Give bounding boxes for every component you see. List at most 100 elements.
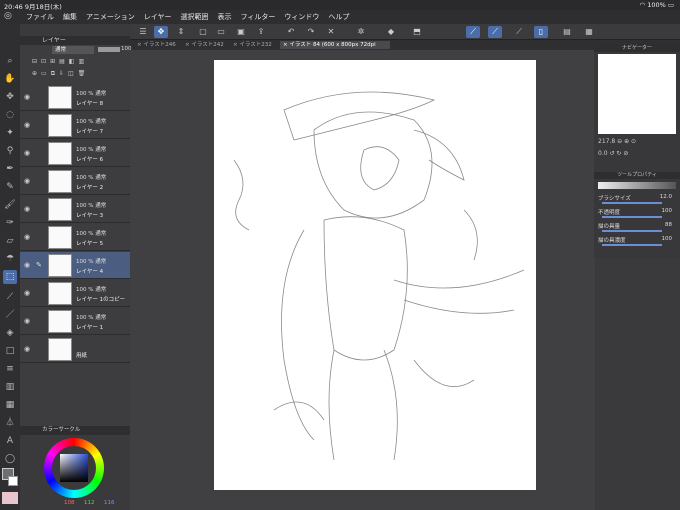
gradient-icon[interactable]: ▥ xyxy=(3,380,17,394)
fill-icon[interactable]: ⬒ xyxy=(410,26,424,38)
eye-icon[interactable]: ◉ xyxy=(24,177,30,185)
snap-icon[interactable]: ⟋ xyxy=(488,26,502,38)
eye-icon[interactable]: ◉ xyxy=(24,149,30,157)
zoom-out-icon[interactable]: ⊖ xyxy=(617,138,622,145)
blend-icon[interactable]: ☂ xyxy=(3,252,17,266)
eye-icon[interactable]: ◉ xyxy=(24,93,30,101)
eye-icon[interactable]: ◉ xyxy=(24,261,30,269)
ruler-icon[interactable]: ⟋ xyxy=(466,26,480,38)
reset-icon[interactable]: ⊘ xyxy=(623,150,628,157)
layer-item-selected[interactable]: ◉ ✎ 100 % 通常 レイヤー 4 xyxy=(20,252,130,279)
lasso-icon[interactable]: ◌ xyxy=(3,108,17,122)
prop-paint-density[interactable]: 描の具濃度 100 xyxy=(598,236,678,246)
layer-item[interactable]: ◉ 100 % 通常 レイヤー 3 xyxy=(20,196,130,223)
ruler-tool-icon[interactable]: ⏃ xyxy=(3,416,17,430)
eye-icon[interactable]: ◉ xyxy=(24,289,30,297)
transparent-swatch[interactable] xyxy=(2,492,18,504)
airbrush-icon[interactable]: ✑ xyxy=(3,216,17,230)
menu-layer[interactable]: レイヤー xyxy=(144,12,172,22)
tool-icon[interactable]: ✥ xyxy=(154,26,168,38)
rotate-left-icon[interactable]: ↺ xyxy=(609,150,614,157)
redo-icon[interactable]: ↷ xyxy=(304,26,318,38)
tab-illust-232[interactable]: × イラスト232 xyxy=(230,41,276,49)
open-icon[interactable]: ▭ xyxy=(214,26,228,38)
tab-illust-242[interactable]: × イラスト242 xyxy=(182,41,228,49)
zoom-value[interactable]: 217.8 xyxy=(598,138,615,145)
text-icon[interactable]: A xyxy=(3,434,17,448)
guide-icon[interactable]: ⟋ xyxy=(512,26,526,38)
ref-icon[interactable]: ⊞ xyxy=(50,58,55,66)
layer-item-paper[interactable]: ◉ 用紙 xyxy=(20,336,130,363)
frame-icon[interactable]: ▦ xyxy=(3,398,17,412)
clip-icon[interactable]: ⊡ xyxy=(41,58,46,66)
sub-color-swatch[interactable] xyxy=(8,476,18,486)
grid-icon[interactable]: ▦ xyxy=(582,26,596,38)
drawing-canvas[interactable] xyxy=(214,60,536,490)
fit-icon[interactable]: ⊙ xyxy=(631,138,636,145)
clear-icon[interactable]: ✕ xyxy=(324,26,338,38)
undo-icon[interactable]: ↶ xyxy=(284,26,298,38)
layer-item[interactable]: ◉ 100 % 通常 レイヤー 2 xyxy=(20,168,130,195)
menu-window[interactable]: ウィンドウ xyxy=(284,12,319,22)
device-icon[interactable]: ▯ xyxy=(534,26,548,38)
tab-illust-246[interactable]: × イラスト246 xyxy=(134,41,180,49)
prop-brush-size[interactable]: ブラシサイズ 12.0 xyxy=(598,194,678,204)
folder-icon[interactable]: ▭ xyxy=(41,70,47,78)
new-layer-icon[interactable]: ⊕ xyxy=(32,70,37,78)
pencil-icon[interactable]: ✎ xyxy=(3,180,17,194)
brush-icon[interactable]: 🖌 xyxy=(3,198,17,212)
hand-icon[interactable]: ✋ xyxy=(3,72,17,86)
menu-file[interactable]: ファイル xyxy=(26,12,54,22)
layer-item[interactable]: ◉ 100 % 通常 レイヤー 7 xyxy=(20,112,130,139)
opacity-slider[interactable] xyxy=(98,47,120,52)
move-icon[interactable]: ✥ xyxy=(3,90,17,104)
fill-bucket-icon[interactable]: ◈ xyxy=(3,326,17,340)
copy-icon[interactable]: ⧉ xyxy=(51,70,55,78)
lock-icon[interactable]: ⊟ xyxy=(32,58,37,66)
arrows-icon[interactable]: ⇕ xyxy=(174,26,188,38)
window-icon[interactable]: ▤ xyxy=(560,26,574,38)
bucket-icon[interactable]: ◆ xyxy=(384,26,398,38)
pen-icon[interactable]: ✒ xyxy=(3,162,17,176)
new-icon[interactable]: ▢ xyxy=(196,26,210,38)
mask-icon[interactable]: ◧ xyxy=(69,58,75,66)
eye-icon[interactable]: ◉ xyxy=(24,233,30,241)
navigator-preview[interactable] xyxy=(598,54,676,134)
hatch-icon[interactable]: ≡ xyxy=(3,362,17,376)
line-icon[interactable]: ／ xyxy=(3,308,17,322)
layer-item[interactable]: ◉ 100 % 通常 レイヤー 6 xyxy=(20,140,130,167)
zoom-icon[interactable]: ⌕ xyxy=(3,54,17,68)
gear-icon[interactable]: ✲ xyxy=(354,26,368,38)
tab-illust-84[interactable]: × イラスト 84 (600 x 800px 72dpi 217.8%) xyxy=(280,41,390,56)
zoom-in-icon[interactable]: ⊕ xyxy=(624,138,629,145)
menu-edit[interactable]: 編集 xyxy=(63,12,77,22)
app-logo-icon[interactable]: ◎ xyxy=(4,11,16,23)
eye-icon[interactable]: ◉ xyxy=(24,345,30,353)
figure-icon[interactable]: ⟋ xyxy=(3,290,17,304)
layer-item[interactable]: ◉ 100 % 通常 レイヤー 1のコピー xyxy=(20,280,130,307)
menu-view[interactable]: 表示 xyxy=(218,12,232,22)
merge-icon[interactable]: ⇩ xyxy=(59,70,64,78)
angle-value[interactable]: 0.0 xyxy=(598,150,608,157)
prop-opacity[interactable]: 不透明度 100 xyxy=(598,208,678,218)
rectangle-icon[interactable]: □ xyxy=(3,344,17,358)
draft-icon[interactable]: ▤ xyxy=(59,58,65,66)
saturation-square[interactable] xyxy=(60,454,88,482)
color-wheel[interactable] xyxy=(44,438,104,498)
menu-selection[interactable]: 選択範囲 xyxy=(181,12,209,22)
eraser-icon[interactable]: ▱ xyxy=(3,234,17,248)
mask-add-icon[interactable]: ◫ xyxy=(68,70,74,78)
balloon-icon[interactable]: ◯ xyxy=(3,452,17,466)
eyedropper-icon[interactable]: ⚲ xyxy=(3,144,17,158)
menu-icon[interactable]: ☰ xyxy=(136,26,150,38)
menu-help[interactable]: ヘルプ xyxy=(328,12,349,22)
menu-filter[interactable]: フィルター xyxy=(241,12,276,22)
magic-wand-icon[interactable]: ✦ xyxy=(3,126,17,140)
menu-animation[interactable]: アニメーション xyxy=(86,12,135,22)
export-icon[interactable]: ⇪ xyxy=(254,26,268,38)
layer-item[interactable]: ◉ 100 % 通常 レイヤー 5 xyxy=(20,224,130,251)
save-icon[interactable]: ▣ xyxy=(234,26,248,38)
eye-icon[interactable]: ◉ xyxy=(24,205,30,213)
trash-icon[interactable]: 🗑 xyxy=(78,70,86,78)
layer-item[interactable]: ◉ 100 % 通常 レイヤー 8 xyxy=(20,84,130,111)
